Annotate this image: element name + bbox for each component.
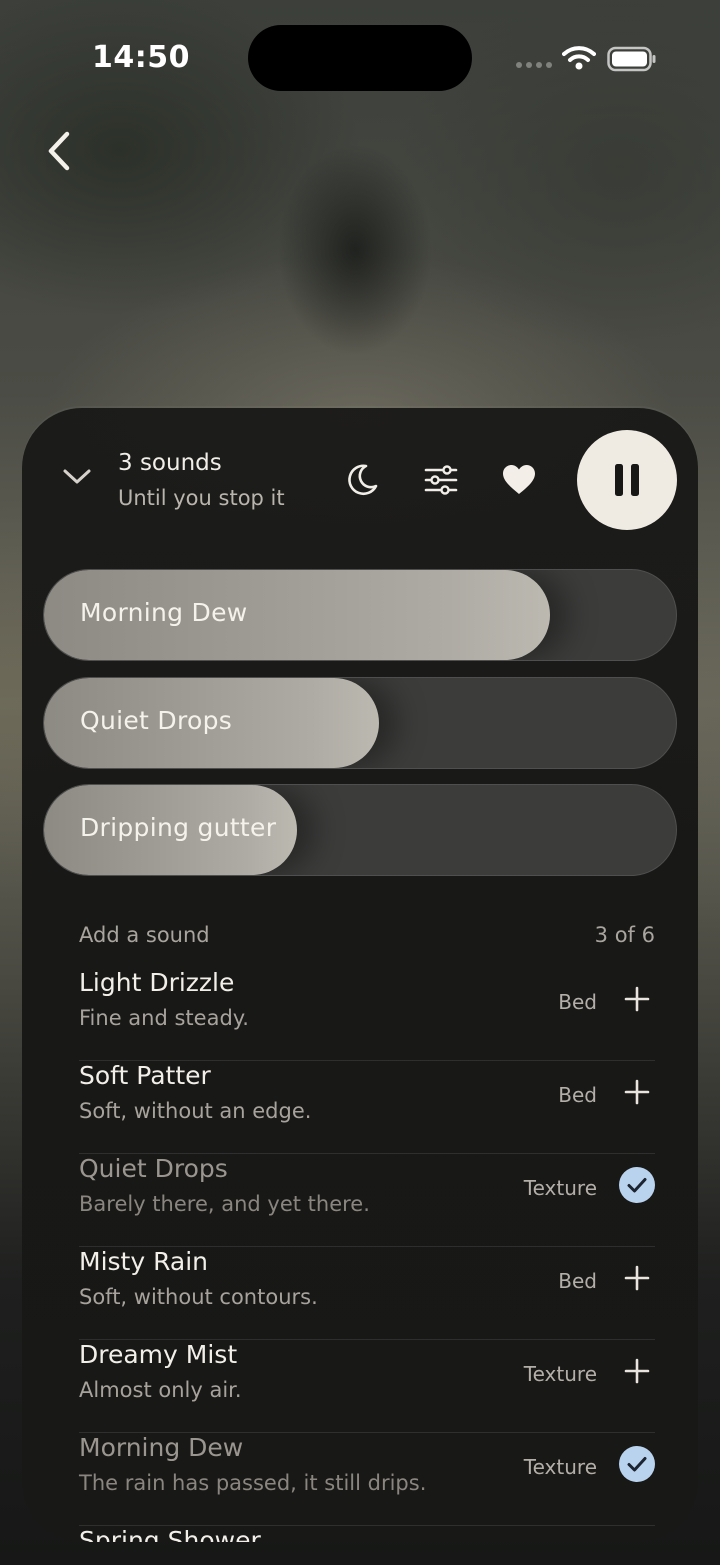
plus-icon bbox=[624, 1265, 650, 1291]
sound-category-tag: Texture bbox=[523, 1455, 597, 1479]
sound-name: Dreamy Mist bbox=[79, 1340, 238, 1369]
add-sound-button[interactable] bbox=[619, 1074, 655, 1110]
list-item[interactable]: Light Drizzle Fine and steady. Bed bbox=[79, 968, 655, 1061]
sound-name: Morning Dew bbox=[79, 1433, 244, 1462]
plus-icon bbox=[624, 986, 650, 1012]
chevron-down-icon[interactable] bbox=[62, 466, 92, 486]
list-item[interactable]: Soft Patter Soft, without an edge. Bed bbox=[79, 1061, 655, 1154]
dynamic-island bbox=[248, 25, 472, 91]
volume-slider-quiet-drops[interactable]: Quiet Drops bbox=[43, 677, 677, 769]
heart-icon bbox=[503, 465, 535, 494]
sound-description: The rain has passed, it still drips. bbox=[79, 1471, 427, 1495]
wifi-icon bbox=[562, 46, 596, 70]
sound-category-tag: Bed bbox=[558, 1083, 597, 1107]
sound-description: Soft, without an edge. bbox=[79, 1099, 312, 1123]
sleep-timer-button[interactable] bbox=[340, 458, 384, 502]
status-time: 14:50 bbox=[92, 40, 190, 75]
check-icon bbox=[619, 1167, 655, 1203]
list-item[interactable]: Morning Dew The rain has passed, it still… bbox=[79, 1433, 655, 1526]
slider-label: Morning Dew bbox=[80, 598, 248, 627]
battery-icon bbox=[607, 46, 656, 72]
volume-slider-dripping-gutter[interactable]: Dripping gutter bbox=[43, 784, 677, 876]
sound-mixer-sheet: 3 sounds Until you stop it Morning Dew Q… bbox=[22, 408, 698, 1542]
slider-label: Quiet Drops bbox=[80, 706, 233, 735]
added-toggle-button[interactable] bbox=[619, 1167, 655, 1203]
check-icon bbox=[619, 1446, 655, 1482]
sound-category-tag: Bed bbox=[558, 990, 597, 1014]
add-sound-button[interactable] bbox=[619, 1353, 655, 1389]
add-sound-button[interactable] bbox=[619, 981, 655, 1017]
sound-name: Misty Rain bbox=[79, 1247, 209, 1276]
list-item[interactable]: Quiet Drops Barely there, and yet there. T… bbox=[79, 1154, 655, 1247]
sound-category-tag: Texture bbox=[523, 1362, 597, 1386]
favorite-button[interactable] bbox=[497, 458, 541, 502]
list-item[interactable]: Spring Shower bbox=[79, 1526, 655, 1542]
volume-slider-morning-dew[interactable]: Morning Dew bbox=[43, 569, 677, 661]
sound-name: Quiet Drops bbox=[79, 1154, 228, 1183]
sliders-icon bbox=[424, 465, 458, 495]
sound-category-tag: Bed bbox=[558, 1269, 597, 1293]
plus-icon bbox=[624, 1079, 650, 1105]
sound-description: Fine and steady. bbox=[79, 1006, 249, 1030]
sound-name: Soft Patter bbox=[79, 1061, 211, 1090]
sound-description: Barely there, and yet there. bbox=[79, 1192, 370, 1216]
mix-title: 3 sounds bbox=[118, 450, 222, 476]
pause-button[interactable] bbox=[577, 430, 677, 530]
plus-icon bbox=[624, 1358, 650, 1384]
sound-description: Almost only air. bbox=[79, 1378, 242, 1402]
list-item[interactable]: Misty Rain Soft, without contours. Bed bbox=[79, 1247, 655, 1340]
cellular-signal-icon bbox=[516, 62, 552, 68]
sound-count: 3 of 6 bbox=[594, 923, 655, 947]
sound-description: Soft, without contours. bbox=[79, 1285, 318, 1309]
mixer-settings-button[interactable] bbox=[419, 458, 463, 502]
list-item[interactable]: Dreamy Mist Almost only air. Texture bbox=[79, 1340, 655, 1433]
sound-name: Light Drizzle bbox=[79, 968, 235, 997]
sound-name: Spring Shower bbox=[79, 1526, 261, 1542]
moon-icon bbox=[348, 464, 378, 496]
add-sound-button[interactable] bbox=[619, 1260, 655, 1296]
added-toggle-button[interactable] bbox=[619, 1446, 655, 1482]
sound-category-tag: Texture bbox=[523, 1176, 597, 1200]
slider-label: Dripping gutter bbox=[80, 813, 277, 842]
back-icon[interactable] bbox=[40, 128, 80, 174]
mix-duration: Until you stop it bbox=[118, 486, 285, 510]
add-sound-heading: Add a sound bbox=[79, 923, 210, 947]
pause-icon bbox=[615, 464, 639, 496]
